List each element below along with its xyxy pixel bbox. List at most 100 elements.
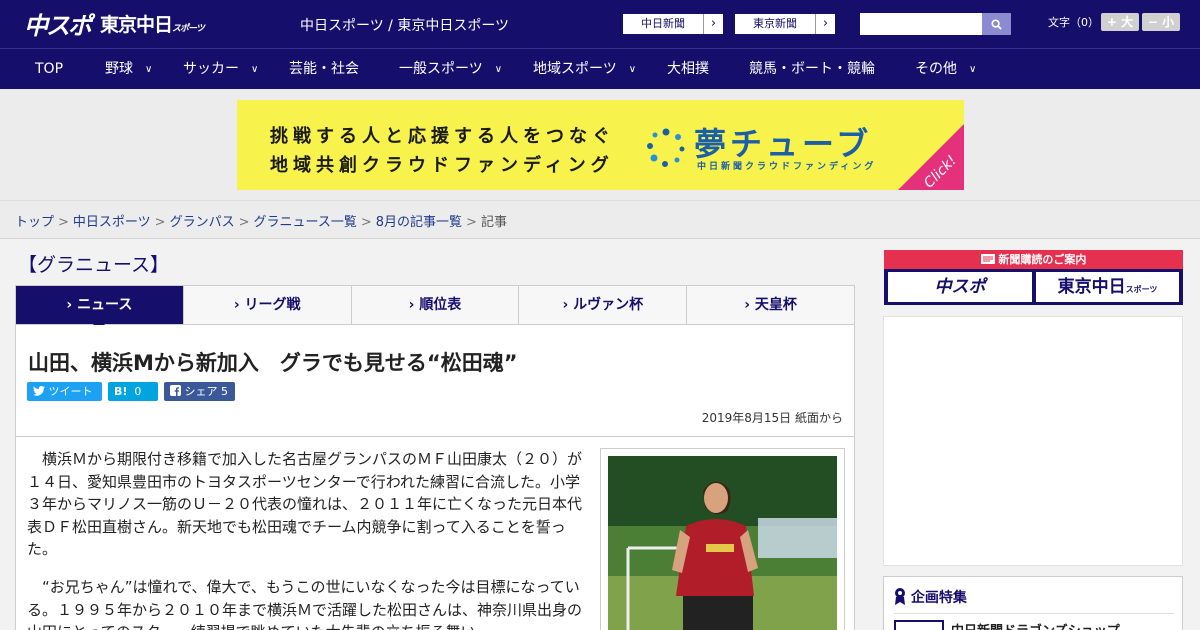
tab-label: ニュース <box>77 297 133 313</box>
tweet-button[interactable]: ツイート <box>27 382 102 401</box>
site-name[interactable]: 中日スポーツ / 東京中日スポーツ <box>300 15 509 35</box>
article-paragraph-1: 横浜Ｍから期限付き移籍で加入した名古屋グランパスのＭＦ山田康太（２０）が１４日、… <box>27 450 583 558</box>
font-size-label: 文字（0） <box>1048 16 1099 29</box>
nav-label: 芸能・社会 <box>289 61 359 77</box>
tab-label: ルヴァン杯 <box>573 297 644 313</box>
banner-line1: 挑戦する人と応援する人をつなぐ <box>270 126 615 147</box>
tab-emperors-cup[interactable]: › 天皇杯 <box>687 286 854 324</box>
subscribe-tokyo-chunichi-text: 東京中日 <box>1057 277 1126 297</box>
breadcrumb-chunichi-sports[interactable]: 中日スポーツ <box>73 215 151 230</box>
article-paragraph-2: “お兄ちゃん”は憧れで、偉大で、もうこの世にいなくなった今は目標になっている。１… <box>27 578 583 630</box>
chevron-down-icon: ∨ <box>145 64 153 75</box>
breadcrumb-separator: > <box>154 215 166 230</box>
search-input[interactable] <box>860 13 982 35</box>
font-size-increase-button[interactable]: + 大 <box>1101 13 1139 31</box>
article-body: 横浜Ｍから期限付き移籍で加入した名古屋グランパスのＭＦ山田康太（２０）が１４日、… <box>15 437 855 630</box>
breadcrumb-separator: > <box>58 215 69 230</box>
chevron-down-icon: ∨ <box>494 64 503 75</box>
nav-item-other[interactable]: その他 ∨ <box>915 49 976 90</box>
chevron-down-icon: ∨ <box>251 64 259 75</box>
breadcrumb-august-articles[interactable]: 8月の記事一覧 <box>376 215 462 230</box>
search-icon <box>991 19 1002 30</box>
nav-item-top[interactable]: TOP <box>35 49 63 90</box>
chevron-right-icon: › <box>562 297 569 313</box>
nav-label: 一般スポーツ <box>399 61 483 77</box>
breadcrumb-grampus[interactable]: グランパス <box>170 215 235 230</box>
nav-label: 競馬・ボート・競輪 <box>749 61 875 77</box>
font-size-decrease-button[interactable]: − 小 <box>1142 13 1180 31</box>
top-header: 中スポ 東京中日スポーツ 中日スポーツ / 東京中日スポーツ 中日新聞 › 東京… <box>0 0 1200 48</box>
logo-tokyo-text: 東京中日 <box>100 13 173 36</box>
subscribe-chuspo-logo[interactable]: 中スポ <box>888 272 1032 302</box>
nav-item-baseball[interactable]: 野球 ∨ <box>105 49 152 90</box>
twitter-bird-icon <box>33 385 45 396</box>
tab-levain-cup[interactable]: › ルヴァン杯 <box>519 286 688 324</box>
hatena-bookmark-button[interactable]: B! 0 <box>108 382 158 401</box>
tokyo-shimbun-link[interactable]: 東京新聞 › <box>734 13 836 35</box>
tab-news[interactable]: › ニュース <box>16 286 184 331</box>
section-title: 【グラニュース】 <box>18 254 170 276</box>
nav-label: 地域スポーツ <box>533 61 617 77</box>
nav-item-general-sports[interactable]: 一般スポーツ ∨ <box>399 49 502 90</box>
nav-item-racing[interactable]: 競馬・ボート・競輪 <box>749 49 875 90</box>
special-feature-box: 企画特集 中日新聞ドラゴンズショップ <box>883 576 1183 630</box>
subscription-heading: 新聞購読のご案内 <box>884 250 1183 269</box>
logo-tokyo-small: スポーツ <box>172 23 205 34</box>
chevron-right-icon: › <box>66 297 73 313</box>
newspaper-icon <box>980 254 995 264</box>
nav-item-entertainment[interactable]: 芸能・社会 <box>289 49 359 90</box>
article-photo <box>608 456 837 630</box>
facebook-label: シェア <box>184 385 218 398</box>
breadcrumb-top[interactable]: トップ <box>15 215 54 230</box>
special-feature-item-label: 中日新聞ドラゴンズショップ <box>951 620 1120 630</box>
breadcrumb-separator: > <box>360 215 372 230</box>
nav-item-soccer[interactable]: サッカー ∨ <box>183 49 258 90</box>
special-feature-thumbnail <box>894 620 944 630</box>
tab-label: 天皇杯 <box>754 297 797 313</box>
special-feature-item[interactable]: 中日新聞ドラゴンズショップ <box>894 613 1174 630</box>
article-header: 山田、横浜Mから新加入 グラでも見せる“松田魂” ツイート B! 0 シェア 5… <box>15 325 855 437</box>
dream-tube-logo-icon <box>647 128 685 167</box>
chunichi-shimbun-link[interactable]: 中日新聞 › <box>622 13 724 35</box>
breadcrumb-current: 記事 <box>480 215 507 230</box>
chunichi-shimbun-label: 中日新聞 <box>641 17 685 30</box>
ribbon-icon <box>895 588 905 605</box>
tokyo-shimbun-label: 東京新聞 <box>753 17 797 30</box>
nav-label: TOP <box>35 61 64 77</box>
chevron-down-icon: ∨ <box>969 64 977 75</box>
crowdfunding-banner[interactable]: 挑戦する人と応援する人をつなぐ 地域共創クラウドファンディング 夢チューブ 中日… <box>237 100 964 190</box>
tab-league[interactable]: › リーグ戦 <box>184 286 352 324</box>
article-date: 2019年8月15日 紙面から <box>701 411 843 425</box>
article-headline: 山田、横浜Mから新加入 グラでも見せる“松田魂” <box>28 351 518 375</box>
chevron-right-icon: › <box>233 297 240 313</box>
nav-item-sumo[interactable]: 大相撲 <box>667 49 709 90</box>
logo-chuspo: 中スポ <box>24 11 92 40</box>
facebook-count: 5 <box>221 385 228 398</box>
article-photo-frame[interactable] <box>600 448 845 630</box>
logo-tokyo-chunichi: 東京中日スポーツ <box>100 10 205 37</box>
breadcrumb-gra-news-list[interactable]: グラニュース一覧 <box>254 215 357 230</box>
nav-label: サッカー <box>183 61 239 77</box>
breadcrumb-separator: > <box>238 215 250 230</box>
sidebar-ad-slot[interactable] <box>883 316 1183 566</box>
site-logo[interactable]: 中スポ 東京中日スポーツ <box>24 8 205 40</box>
banner-brand-sub: 中日新聞クラウドファンディング <box>697 162 877 172</box>
subscribe-tokyo-chunichi-small: スポーツ <box>1125 285 1158 294</box>
chevron-right-icon: › <box>744 297 751 313</box>
search-button[interactable] <box>982 13 1011 35</box>
tab-standings[interactable]: › 順位表 <box>352 286 520 324</box>
banner-line2: 地域共創クラウドファンディング <box>270 155 614 176</box>
chevron-right-icon: › <box>815 14 835 34</box>
nav-item-local-sports[interactable]: 地域スポーツ ∨ <box>533 49 636 90</box>
facebook-icon <box>170 385 181 396</box>
news-tabs: › ニュース › リーグ戦 › 順位表 › ルヴァン杯 › 天皇杯 <box>15 285 855 331</box>
nav-label: その他 <box>915 61 957 77</box>
player-photo-illustration <box>608 456 837 630</box>
subscribe-tokyo-chunichi-logo[interactable]: 東京中日スポーツ <box>1036 272 1179 302</box>
subscription-heading-text: 新聞購読のご案内 <box>998 253 1087 266</box>
facebook-share-button[interactable]: シェア 5 <box>164 382 235 401</box>
hatena-count: 0 <box>134 385 142 398</box>
main-nav: TOP 野球 ∨ サッカー ∨ 芸能・社会 一般スポーツ ∨ 地域スポーツ ∨ 大相撲 … <box>0 48 1200 89</box>
hatena-icon: B! <box>114 385 128 398</box>
subscription-box[interactable]: 新聞購読のご案内 中スポ 東京中日スポーツ <box>884 250 1183 305</box>
